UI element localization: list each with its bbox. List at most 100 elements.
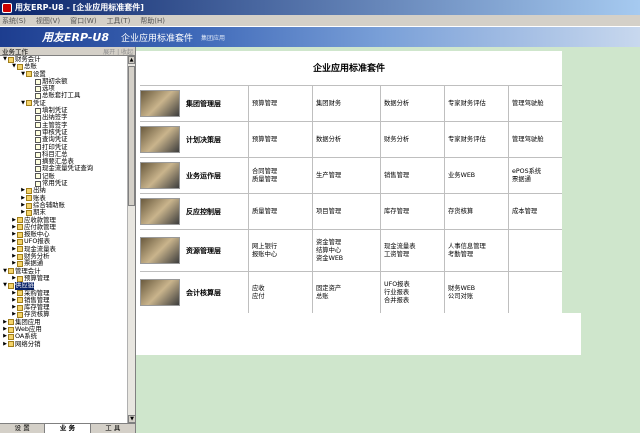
tree-item[interactable]: ▶ 财务分析 [0, 252, 128, 260]
tree-item[interactable]: ▶ 综合辅助账 [0, 201, 128, 209]
module-link[interactable]: 质量管理 [252, 208, 277, 216]
module-cell[interactable]: 生产管理 [316, 172, 341, 180]
tree-scrollbar[interactable]: ▲ ▼ [127, 56, 136, 423]
module-link[interactable]: 合并报表 [384, 297, 410, 305]
module-link[interactable]: 销售管理 [384, 172, 409, 180]
layer-header[interactable]: 反应控制层 [140, 198, 248, 225]
module-link[interactable]: 业务WEB [448, 172, 475, 180]
tab-tools[interactable]: 工 具 [91, 424, 136, 433]
module-link[interactable]: 质量管理 [252, 176, 277, 184]
module-cell[interactable]: 管理驾驶舱 [512, 136, 543, 144]
module-link[interactable]: 固定资产 [316, 285, 341, 293]
module-link[interactable]: 资金管理 [316, 239, 343, 247]
module-link[interactable]: 数据分析 [384, 100, 409, 108]
tree-item[interactable]: ▼ 财务会计 [0, 56, 128, 63]
module-cell[interactable]: 预算管理 [252, 100, 277, 108]
module-cell[interactable]: 库存管理 [384, 208, 409, 216]
module-link[interactable]: 库存管理 [384, 208, 409, 216]
module-cell[interactable]: 质量管理 [252, 208, 277, 216]
tab-business[interactable]: 业 务 [45, 424, 91, 433]
module-cell[interactable]: 专家财务评估 [448, 136, 486, 144]
module-link[interactable]: 现金流量表 [384, 243, 415, 251]
module-link[interactable]: 网上银行 [252, 243, 277, 251]
module-link[interactable]: 票据通 [512, 176, 541, 184]
module-cell[interactable]: 数据分析 [316, 136, 341, 144]
tree-item[interactable]: ▼ 供应链 [0, 281, 128, 290]
module-cell[interactable]: 财务WEB 公司对账 [448, 285, 475, 301]
module-cell[interactable]: 业务WEB [448, 172, 475, 180]
tree-item[interactable]: ▶ 现金流量表 [0, 245, 128, 253]
menu-tools[interactable]: 工具(T) [107, 16, 131, 26]
module-cell[interactable]: 销售管理 [384, 172, 409, 180]
module-cell[interactable]: 预算管理 [252, 136, 277, 144]
module-link[interactable]: 应付 [252, 293, 265, 301]
module-cell[interactable]: UFO报表 行业报表 合并报表 [384, 281, 410, 305]
layer-header[interactable]: 计划决策层 [140, 126, 248, 153]
module-link[interactable]: 公司对账 [448, 293, 475, 301]
module-cell[interactable]: 集团财务 [316, 100, 341, 108]
tree-item[interactable]: ▶ UFO报表 [0, 238, 128, 246]
module-cell[interactable]: 成本管理 [512, 208, 537, 216]
module-link[interactable]: 预算管理 [252, 100, 277, 108]
scroll-down-icon[interactable]: ▼ [128, 415, 136, 423]
layer-header[interactable]: 资源管理层 [140, 237, 248, 264]
tree-item[interactable]: ▶ 网络分销 [0, 340, 128, 348]
menu-view[interactable]: 视图(V) [36, 16, 60, 26]
layer-header[interactable]: 集团管理层 [140, 90, 248, 117]
module-link[interactable]: 工资管理 [384, 251, 415, 259]
module-link[interactable]: 专家财务评估 [448, 100, 486, 108]
module-link[interactable]: 财务WEB [448, 285, 475, 293]
tree-item[interactable]: 期初余额 [0, 77, 128, 85]
module-link[interactable]: 总账 [316, 293, 341, 301]
module-cell[interactable]: 人事信息管理 考勤管理 [448, 243, 486, 259]
module-link[interactable]: 存货核算 [448, 208, 473, 216]
tree-item[interactable]: ▼ 总账 [0, 62, 128, 70]
module-link[interactable]: 应收 [252, 285, 265, 293]
tree-item[interactable]: ▶ 销售管理 [0, 296, 128, 304]
layer-header[interactable]: 业务运作层 [140, 162, 248, 189]
module-link[interactable]: 预算管理 [252, 136, 277, 144]
module-link[interactable]: ePOS系统 [512, 168, 541, 176]
scroll-thumb[interactable] [128, 66, 135, 206]
module-link[interactable]: 数据分析 [316, 136, 341, 144]
module-cell[interactable]: 项目管理 [316, 208, 341, 216]
module-link[interactable]: 财务分析 [384, 136, 409, 144]
tree-item[interactable]: ▶ 报账中心 [0, 230, 128, 238]
module-link[interactable]: 项目管理 [316, 208, 341, 216]
module-link[interactable]: 人事信息管理 [448, 243, 486, 251]
tree-item[interactable]: ▶ 库存管理 [0, 303, 128, 311]
module-link[interactable]: UFO报表 [384, 281, 410, 289]
module-cell[interactable]: 数据分析 [384, 100, 409, 108]
module-cell[interactable]: 应收 应付 [252, 285, 265, 301]
menu-window[interactable]: 窗口(W) [70, 16, 96, 26]
module-link[interactable]: 管理驾驶舱 [512, 100, 543, 108]
tree-item[interactable]: ▶ 采购管理 [0, 289, 128, 297]
window-titlebar[interactable]: 用友ERP-U8 - [企业应用标准套件] [0, 0, 640, 15]
module-link[interactable]: 结算中心 [316, 247, 343, 255]
module-link[interactable]: 成本管理 [512, 208, 537, 216]
module-cell[interactable]: 资金管理 结算中心 资金WEB [316, 239, 343, 263]
tree-item[interactable]: 现金流量凭证查询 [0, 165, 128, 172]
tree-item[interactable]: 总账套打工具 [0, 92, 128, 99]
module-link[interactable]: 集团财务 [316, 100, 341, 108]
module-link[interactable]: 管理驾驶舱 [512, 136, 543, 144]
tree-item[interactable]: ▼ 管理会计 [0, 267, 128, 275]
module-cell[interactable]: 财务分析 [384, 136, 409, 144]
module-cell[interactable]: 网上银行 报账中心 [252, 243, 277, 259]
module-link[interactable]: 行业报表 [384, 289, 410, 297]
tree-item[interactable]: ▶ 应付款管理 [0, 223, 128, 231]
menu-help[interactable]: 帮助(H) [140, 16, 165, 26]
menu-system[interactable]: 系统(S) [2, 16, 26, 26]
module-cell[interactable]: 固定资产 总账 [316, 285, 341, 301]
layer-header[interactable]: 会计核算层 [140, 279, 248, 306]
tree-item[interactable]: ▶ 出纳 [0, 187, 128, 195]
module-link[interactable]: 合同管理 [252, 168, 277, 176]
module-cell[interactable]: ePOS系统 票据通 [512, 168, 541, 184]
module-cell[interactable]: 管理驾驶舱 [512, 100, 543, 108]
tree-item[interactable]: 常用凭证 [0, 179, 128, 187]
module-link[interactable]: 生产管理 [316, 172, 341, 180]
tree-item[interactable]: ▶ 期末 [0, 208, 128, 216]
module-cell[interactable]: 专家财务评估 [448, 100, 486, 108]
tree-item[interactable]: ▶ 应收款管理 [0, 216, 128, 224]
module-cell[interactable]: 现金流量表 工资管理 [384, 243, 415, 259]
